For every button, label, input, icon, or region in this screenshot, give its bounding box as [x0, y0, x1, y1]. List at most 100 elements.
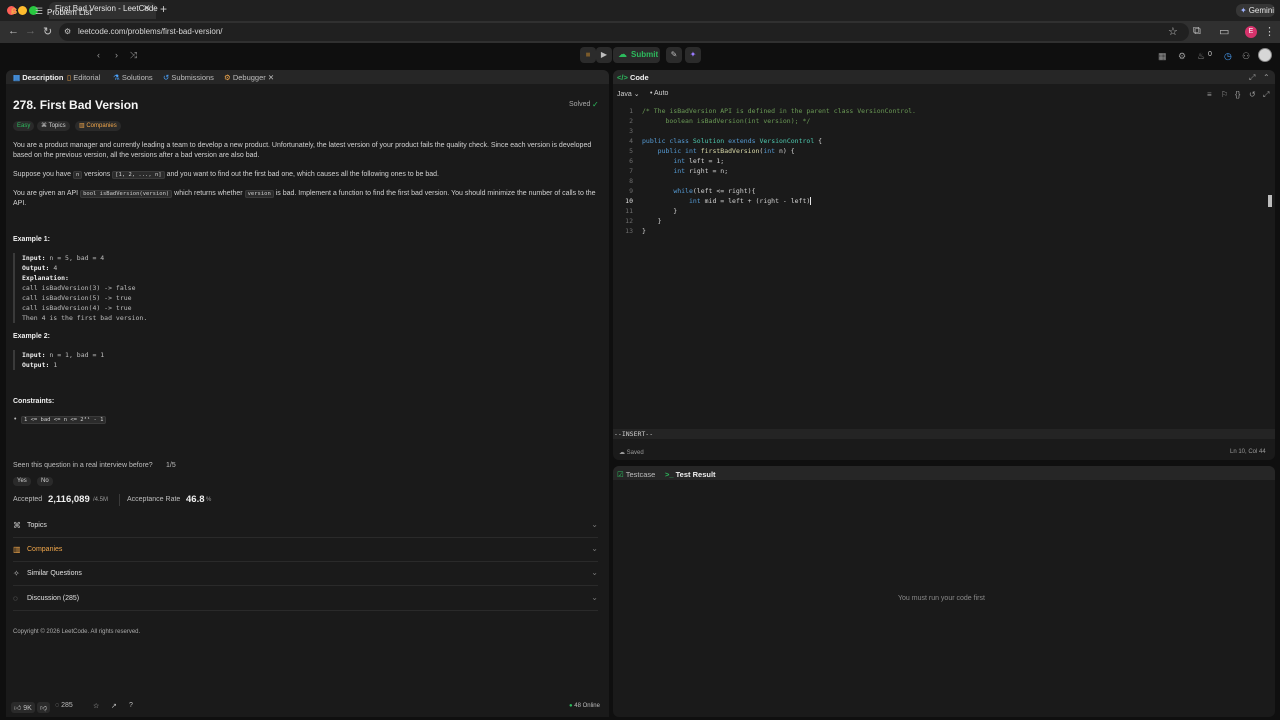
tab-description[interactable]: ▤ Description — [13, 73, 63, 82]
topics-chip[interactable]: ⌘ Topics — [37, 121, 70, 131]
similar-questions-accordion[interactable]: ✧ Similar Questions ⌄ — [13, 562, 598, 586]
companies-accordion-label: Companies — [27, 546, 63, 553]
collapse-icon[interactable]: ⌃ — [1263, 73, 1270, 82]
code-tab-bar — [613, 70, 1275, 84]
user-avatar[interactable] — [1258, 48, 1272, 62]
line-number: 4 — [629, 137, 633, 145]
ex1-input-label: Input: — [22, 254, 46, 262]
tab-test-result-label: Test Result — [675, 470, 716, 479]
language-select[interactable]: Java ⌄ — [617, 90, 640, 98]
back-icon[interactable]: ← — [8, 25, 19, 37]
reset-icon[interactable]: ↺ — [1249, 90, 1256, 99]
interview-pager[interactable]: 1/5 — [166, 462, 176, 469]
next-problem-icon[interactable]: › — [115, 50, 118, 60]
fullscreen-icon[interactable]: ⤢ — [1263, 90, 1269, 100]
ex1-line: Then 4 is the first bad version. — [22, 314, 148, 322]
para3-text-a: You are given an API — [13, 190, 79, 197]
close-debugger-icon[interactable]: ✕ — [268, 73, 274, 82]
timer-icon[interactable]: ◷ — [1224, 51, 1232, 62]
forward-icon[interactable]: → — [25, 25, 36, 37]
accepted-label: Accepted — [13, 496, 43, 503]
acceptance-rate-unit: % — [206, 497, 212, 503]
checkbox-icon: ☑ — [617, 470, 624, 479]
cursor-position: Ln 10, Col 44 — [1230, 449, 1266, 455]
line-number: 9 — [629, 187, 633, 195]
problem-list-link[interactable]: Problem List — [47, 8, 91, 17]
companies-chip[interactable]: ▥ Companies — [75, 121, 121, 131]
bookmark-star-icon[interactable]: ☆ — [1168, 25, 1178, 38]
companies-accordion[interactable]: ▥ Companies ⌄ — [13, 538, 598, 562]
ex1-output-label: Output: — [22, 264, 50, 272]
saved-status: ☁ Saved — [619, 449, 644, 456]
ai-assist-button[interactable]: ✦ — [685, 47, 701, 63]
site-info-icon[interactable]: ⚙ — [64, 27, 71, 36]
inline-code-version: version — [244, 190, 274, 198]
maximize-icon[interactable]: ⤢ — [1249, 73, 1255, 83]
tab-testcase[interactable]: ☑ Testcase — [617, 470, 655, 479]
tab-solutions-label: Solutions — [121, 73, 153, 82]
tab-solutions[interactable]: ⚗ Solutions — [113, 73, 153, 82]
format-icon[interactable]: ≡ — [1207, 90, 1212, 99]
gemini-icon: ✦ — [1240, 6, 1247, 15]
problem-list-icon[interactable]: ☰ — [35, 6, 43, 17]
thumbs-up-icon: 👍︎ — [14, 705, 22, 712]
tab-editorial[interactable]: ▯ Editorial — [67, 73, 100, 82]
interview-question: Seen this question in a real interview b… — [13, 462, 153, 469]
profile-avatar[interactable]: E — [1245, 26, 1257, 38]
shuffle-icon[interactable]: ⤨ — [130, 50, 137, 61]
share-icon[interactable]: ↗ — [111, 702, 117, 710]
prev-problem-icon[interactable]: ‹ — [97, 50, 100, 60]
autocomplete-mode[interactable]: • Auto — [650, 90, 668, 97]
tab-debugger-label: Debugger — [232, 73, 266, 82]
extensions-icon[interactable]: ⧉ — [1193, 25, 1201, 38]
gemini-button[interactable]: ✦ Gemini — [1236, 4, 1275, 17]
browser-menu-icon[interactable]: ⋮ — [1264, 25, 1275, 38]
submissions-total: /4.5M — [93, 497, 109, 503]
no-button[interactable]: No — [37, 477, 53, 486]
inline-code-api: bool isBadVersion(version) — [80, 190, 173, 198]
problem-paragraph-3: You are given an API bool isBadVersion(v… — [13, 189, 598, 209]
url-text[interactable]: leetcode.com/problems/first-bad-version/ — [78, 27, 223, 36]
debug-button[interactable]: ■ — [580, 47, 596, 63]
editor-scrollbar[interactable] — [1268, 195, 1272, 207]
browser-tab-strip: First Bad Version - LeetCode ✕ + ✦ Gemini — [0, 0, 1280, 21]
address-bar[interactable] — [59, 23, 1189, 41]
layout-icon[interactable]: ▦ — [1158, 51, 1167, 62]
tab-code[interactable]: </> Code — [617, 73, 649, 82]
para3-text-b: which returns whether — [174, 190, 243, 197]
acceptance-rate-label: Acceptance Rate — [127, 496, 181, 503]
like-button[interactable]: 👍︎ 9K — [11, 702, 35, 713]
ex2-output-label: Output: — [22, 361, 50, 369]
companies-chip-label: Companies — [86, 123, 117, 129]
favorite-star-icon[interactable]: ☆ — [93, 702, 99, 710]
new-tab-button[interactable]: + — [160, 2, 167, 16]
solutions-icon: ⚗ — [113, 73, 120, 82]
yes-button[interactable]: Yes — [13, 477, 31, 486]
topics-accordion[interactable]: ⌘ Topics ⌄ — [13, 514, 598, 538]
topics-accordion-label: Topics — [27, 522, 47, 529]
close-tab-icon[interactable]: ✕ — [143, 3, 151, 14]
bookmark-icon[interactable]: ⚐ — [1221, 90, 1228, 99]
comments-button[interactable]: ◌ 285 — [55, 702, 73, 709]
tab-test-result[interactable]: >_ Test Result — [665, 470, 716, 479]
braces-icon[interactable]: {} — [1235, 90, 1240, 99]
leetcode-logo[interactable]: ɕ — [11, 5, 21, 17]
lightbulb-icon: ✧ — [13, 569, 20, 578]
streak-icon[interactable]: ♨ — [1197, 51, 1205, 62]
empty-result-message: You must run your code first — [898, 595, 985, 602]
constraints-title: Constraints: — [13, 398, 55, 405]
reload-icon[interactable]: ↻ — [43, 25, 52, 38]
discussion-accordion[interactable]: ◌ Discussion (285) ⌄ — [13, 587, 598, 611]
run-button[interactable]: ▶ — [596, 47, 612, 63]
cast-icon[interactable]: ▭ — [1219, 25, 1229, 38]
dislike-button[interactable]: 👎︎ — [37, 702, 51, 713]
settings-icon[interactable]: ⚙ — [1178, 51, 1186, 62]
check-circle-icon: ✓ — [592, 100, 599, 109]
notes-button[interactable]: ✎ — [666, 47, 682, 63]
difficulty-chip[interactable]: Easy — [13, 121, 35, 131]
add-friend-icon[interactable]: ⚇ — [1242, 51, 1250, 62]
chevron-down-icon: ⌄ — [591, 568, 598, 577]
tab-submissions[interactable]: ↺ Submissions — [163, 73, 214, 82]
help-icon[interactable]: ? — [129, 702, 133, 709]
tab-debugger[interactable]: ⚙ Debugger ✕ — [224, 73, 274, 82]
